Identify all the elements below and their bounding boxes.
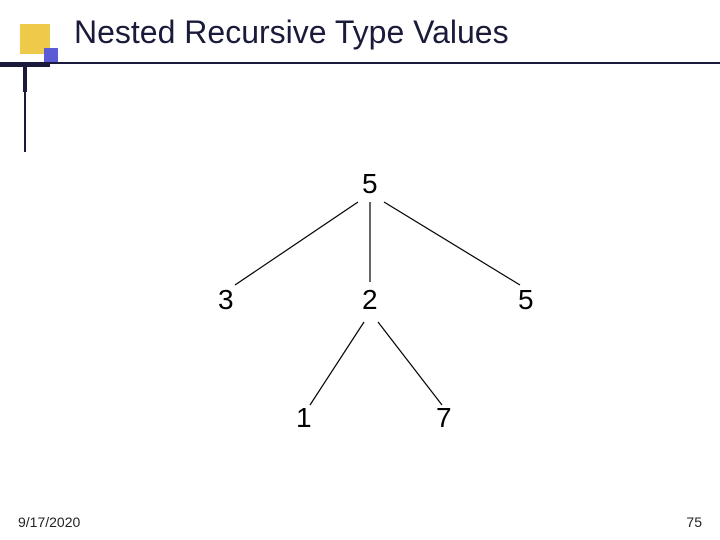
tree-node-mid-left: 1 bbox=[296, 402, 312, 434]
footer-page-number: 75 bbox=[686, 514, 702, 530]
edge-root-right bbox=[384, 202, 520, 285]
edge-mid-left bbox=[310, 322, 364, 405]
slide: Nested Recursive Type Values 5 3 2 5 1 7… bbox=[0, 0, 720, 540]
tree-node-left: 3 bbox=[218, 284, 234, 316]
edge-root-left bbox=[235, 202, 358, 285]
tree-node-right: 5 bbox=[518, 284, 534, 316]
footer-date: 9/17/2020 bbox=[18, 514, 80, 530]
tree-node-mid-right: 7 bbox=[436, 402, 452, 434]
tree-diagram bbox=[0, 0, 720, 540]
tree-node-root: 5 bbox=[362, 168, 378, 200]
tree-node-middle: 2 bbox=[362, 284, 378, 316]
edge-mid-right bbox=[378, 322, 442, 405]
